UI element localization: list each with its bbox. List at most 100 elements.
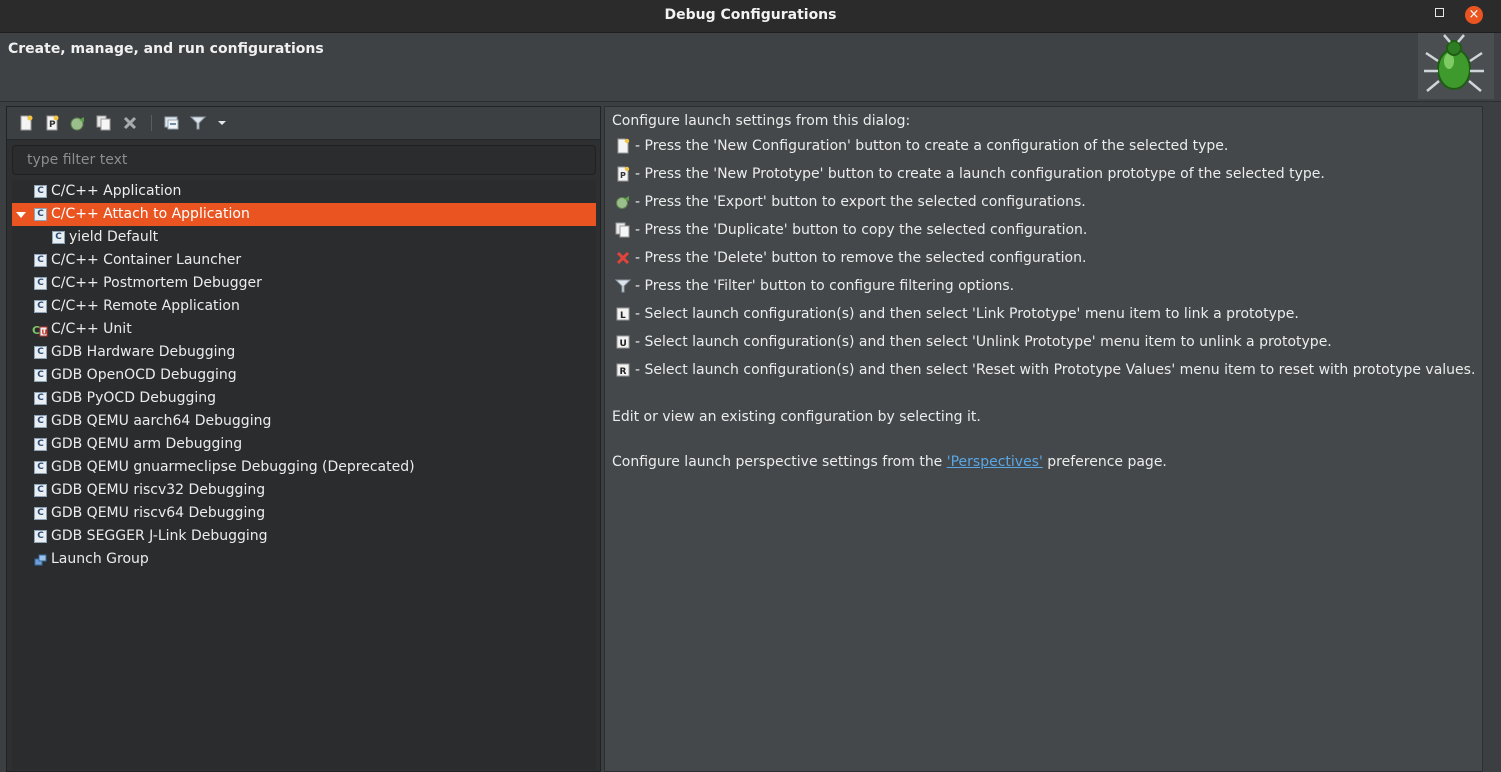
c-config-icon: C bbox=[34, 507, 47, 520]
c-config-icon: C bbox=[34, 300, 47, 313]
svg-text:U: U bbox=[620, 339, 627, 349]
configuration-help-panel: Configure launch settings from this dial… bbox=[604, 106, 1483, 772]
c-config-icon: C bbox=[34, 461, 47, 474]
tree-item-gdb-pyocd-debugging[interactable]: C GDB PyOCD Debugging bbox=[12, 387, 596, 410]
tree-item-label: C/C++ Container Launcher bbox=[51, 252, 242, 268]
tree-item-c-cpp-attach-to-application[interactable]: C C/C++ Attach to Application bbox=[12, 203, 596, 226]
svg-text:L: L bbox=[620, 311, 626, 321]
tree-item-label: C/C++ Attach to Application bbox=[51, 206, 250, 222]
filter-input[interactable] bbox=[12, 145, 596, 175]
tree-item-label: GDB QEMU gnuarmeclipse Debugging (Deprec… bbox=[51, 459, 415, 475]
tree-item-c-cpp-postmortem-debugger[interactable]: C C/C++ Postmortem Debugger bbox=[12, 272, 596, 295]
tree-item-gdb-qemu-riscv64-debugging[interactable]: C GDB QEMU riscv64 Debugging bbox=[12, 502, 596, 525]
export-icon[interactable] bbox=[69, 114, 87, 132]
title-bar: Debug Configurations × bbox=[0, 0, 1501, 33]
c-config-icon: C bbox=[34, 392, 47, 405]
c-config-icon: C bbox=[34, 346, 47, 359]
tree-item-label: C/C++ Remote Application bbox=[51, 298, 240, 314]
tree-item-gdb-qemu-arm-debugging[interactable]: C GDB QEMU arm Debugging bbox=[12, 433, 596, 456]
tree-item-gdb-hardware-debugging[interactable]: C GDB Hardware Debugging bbox=[12, 341, 596, 364]
delete-icon bbox=[616, 251, 630, 265]
c-config-icon: C bbox=[34, 415, 47, 428]
c-config-icon: C bbox=[34, 484, 47, 497]
filter-icon[interactable] bbox=[189, 114, 207, 132]
dialog-header: Create, manage, and run configurations bbox=[0, 33, 1501, 101]
tree-item-label: GDB QEMU aarch64 Debugging bbox=[51, 413, 272, 429]
edit-instructions: Edit or view an existing configuration b… bbox=[612, 409, 981, 425]
help-text: - Select launch configuration(s) and the… bbox=[635, 306, 1299, 322]
tree-item-c-cpp-unit[interactable]: C U C/C++ Unit bbox=[12, 318, 596, 341]
perspective-instructions: Configure launch perspective settings fr… bbox=[612, 454, 1167, 470]
help-intro: Configure launch settings from this dial… bbox=[612, 113, 911, 129]
config-toolbar: P bbox=[7, 107, 600, 140]
close-icon[interactable]: × bbox=[1465, 6, 1483, 24]
c-unit-icon: C U bbox=[32, 324, 48, 337]
tree-item-label: C/C++ Postmortem Debugger bbox=[51, 275, 262, 291]
tree-item-label: C/C++ Unit bbox=[51, 321, 132, 337]
help-text: - Select launch configuration(s) and the… bbox=[635, 362, 1476, 378]
svg-text:P: P bbox=[620, 171, 626, 180]
tree-item-gdb-segger-jlink-debugging[interactable]: C GDB SEGGER J-Link Debugging bbox=[12, 525, 596, 548]
c-config-icon: C bbox=[34, 438, 47, 451]
svg-text:U: U bbox=[42, 329, 48, 337]
header-separator bbox=[0, 101, 1501, 102]
tree-item-gdb-qemu-riscv32-debugging[interactable]: C GDB QEMU riscv32 Debugging bbox=[12, 479, 596, 502]
svg-text:P: P bbox=[49, 120, 56, 130]
maximize-icon[interactable] bbox=[1435, 8, 1444, 17]
tree-item-label: Launch Group bbox=[51, 551, 149, 567]
c-config-icon: C bbox=[34, 254, 47, 267]
tree-item-label: C/C++ Application bbox=[51, 183, 182, 199]
perspective-text-before: Configure launch perspective settings fr… bbox=[612, 454, 947, 470]
tree-item-c-cpp-remote-application[interactable]: C C/C++ Remote Application bbox=[12, 295, 596, 318]
perspectives-link[interactable]: 'Perspectives' bbox=[947, 454, 1043, 470]
svg-text:C: C bbox=[32, 324, 40, 337]
help-text: - Press the 'New Configuration' button t… bbox=[635, 138, 1229, 154]
collapse-all-icon[interactable] bbox=[163, 114, 181, 132]
window-title: Debug Configurations bbox=[664, 7, 837, 23]
new-prototype-icon[interactable]: P bbox=[43, 114, 61, 132]
reset-prototype-icon: R bbox=[616, 363, 630, 377]
export-icon bbox=[616, 196, 629, 209]
delete-icon[interactable] bbox=[121, 114, 139, 132]
chevron-down-icon[interactable] bbox=[213, 114, 231, 132]
duplicate-icon[interactable] bbox=[95, 114, 113, 132]
c-config-icon: C bbox=[34, 185, 47, 198]
dialog-heading: Create, manage, and run configurations bbox=[8, 41, 324, 57]
c-config-icon: C bbox=[34, 208, 47, 221]
tree-item-label: GDB SEGGER J-Link Debugging bbox=[51, 528, 268, 544]
link-prototype-icon: L bbox=[616, 307, 630, 321]
tree-item-label: yield Default bbox=[69, 229, 159, 245]
tree-item-c-cpp-application[interactable]: C C/C++ Application bbox=[12, 180, 596, 203]
new-prototype-icon: P bbox=[617, 166, 630, 182]
help-text: - Press the 'Duplicate' button to copy t… bbox=[635, 222, 1088, 238]
tree-item-label: GDB QEMU riscv64 Debugging bbox=[51, 505, 266, 521]
svg-text:R: R bbox=[620, 367, 627, 377]
filter-icon bbox=[615, 279, 631, 293]
help-text: - Press the 'Delete' button to remove th… bbox=[635, 250, 1087, 266]
tree-item-gdb-qemu-aarch64-debugging[interactable]: C GDB QEMU aarch64 Debugging bbox=[12, 410, 596, 433]
duplicate-icon bbox=[615, 222, 630, 238]
toolbar-separator bbox=[151, 115, 152, 131]
help-text: - Press the 'Filter' button to configure… bbox=[635, 278, 1015, 294]
tree-item-label: GDB Hardware Debugging bbox=[51, 344, 236, 360]
tree-item-label: GDB QEMU riscv32 Debugging bbox=[51, 482, 266, 498]
expand-arrow-icon[interactable] bbox=[16, 212, 26, 218]
perspective-text-after: preference page. bbox=[1042, 454, 1167, 470]
launch-group-icon bbox=[34, 554, 47, 566]
configuration-tree[interactable]: C C/C++ Application C C/C++ Attach to Ap… bbox=[12, 180, 596, 770]
c-config-icon: C bbox=[34, 277, 47, 290]
tree-item-label: GDB QEMU arm Debugging bbox=[51, 436, 243, 452]
tree-item-launch-group[interactable]: Launch Group bbox=[12, 548, 596, 571]
tree-item-c-cpp-container-launcher[interactable]: C C/C++ Container Launcher bbox=[12, 249, 596, 272]
tree-item-gdb-qemu-gnuarmeclipse-debugging[interactable]: C GDB QEMU gnuarmeclipse Debugging (Depr… bbox=[12, 456, 596, 479]
c-config-icon: C bbox=[34, 369, 47, 382]
help-text: - Press the 'Export' button to export th… bbox=[635, 194, 1086, 210]
new-configuration-icon[interactable] bbox=[17, 114, 35, 132]
tree-item-gdb-openocd-debugging[interactable]: C GDB OpenOCD Debugging bbox=[12, 364, 596, 387]
c-config-icon: C bbox=[34, 530, 47, 543]
tree-item-label: GDB OpenOCD Debugging bbox=[51, 367, 237, 383]
debug-bug-icon bbox=[1418, 33, 1494, 99]
right-edge-strip bbox=[1494, 106, 1501, 772]
configuration-list-panel: P C C/C++ Application bbox=[6, 106, 601, 772]
tree-item-yield-default[interactable]: C yield Default bbox=[12, 226, 596, 249]
